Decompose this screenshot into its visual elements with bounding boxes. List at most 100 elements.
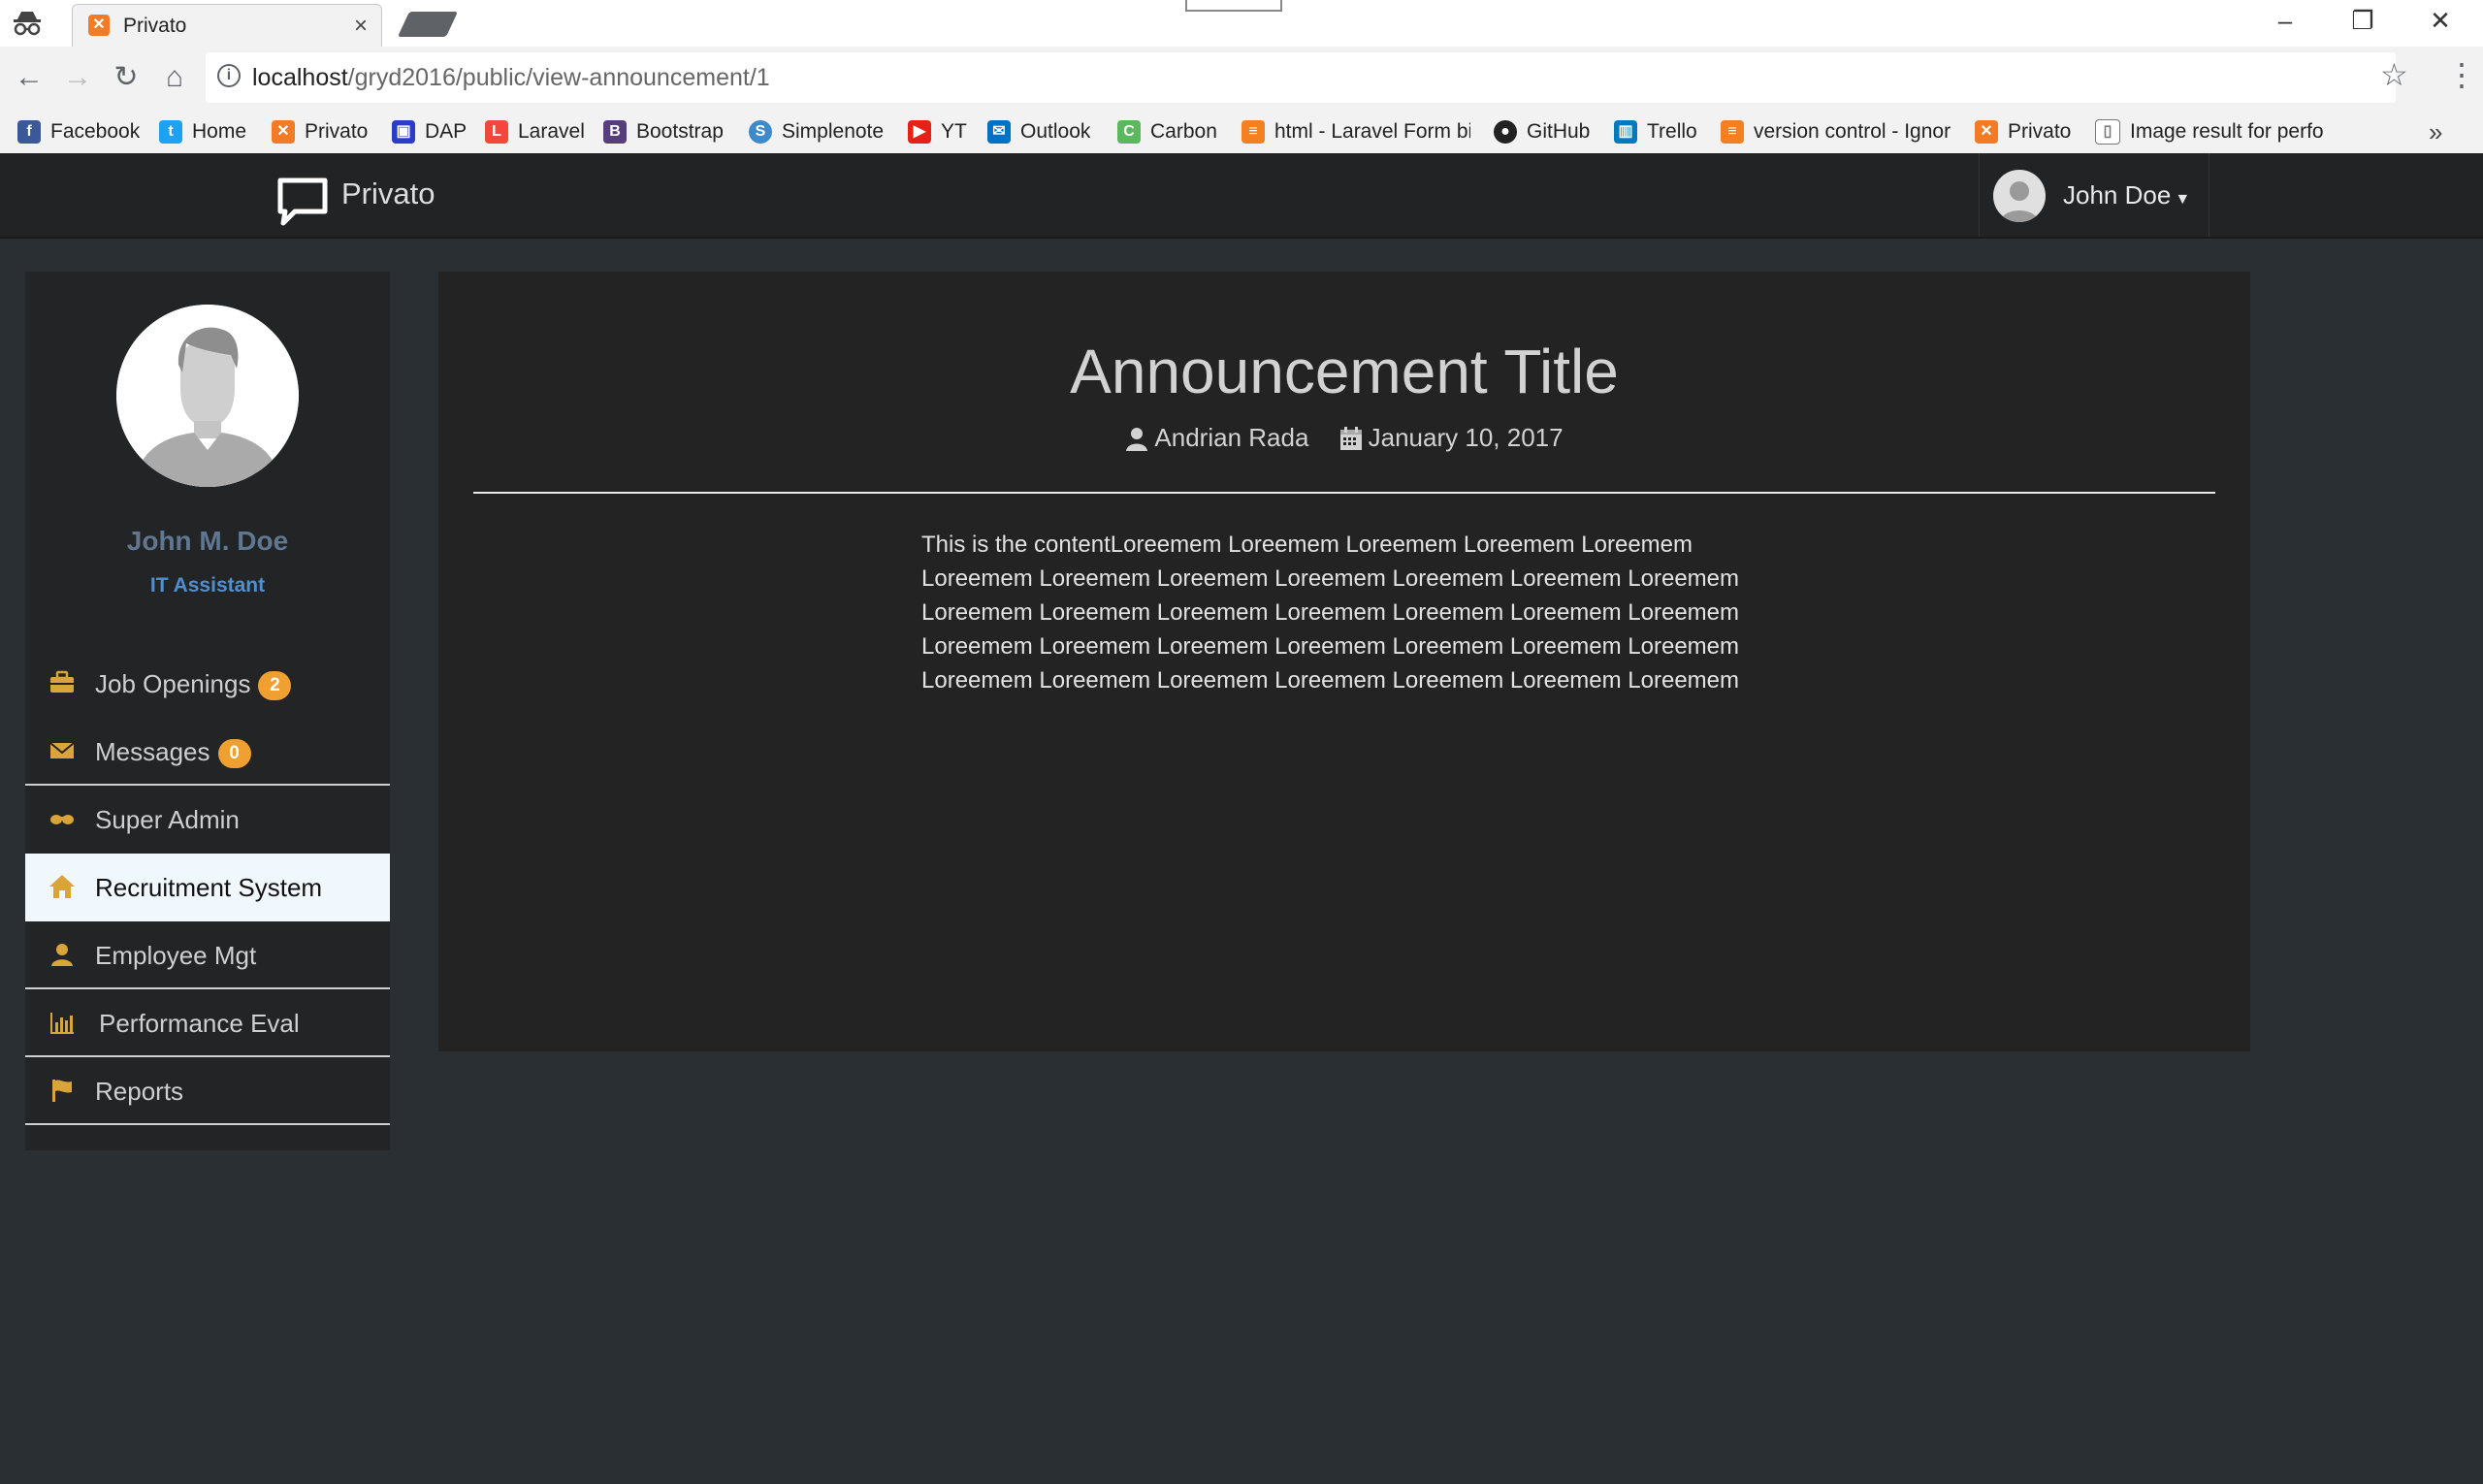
sidebar-item-label-text: Messages: [95, 737, 210, 766]
bookmark-label: Outlook: [1020, 120, 1091, 143]
bookmark-dap[interactable]: ▣ DAP: [392, 111, 467, 153]
sidebar-item-recruitment-system[interactable]: Recruitment System: [25, 854, 390, 921]
messages-count-badge: 0: [217, 739, 251, 769]
url-host: localhost: [252, 64, 348, 91]
dap-icon: ▣: [392, 120, 415, 144]
tab-title: Privato: [123, 15, 187, 37]
privato-favicon: ✕: [88, 15, 110, 36]
window-drag-handle[interactable]: [1185, 0, 1282, 12]
sunglasses-icon: [50, 815, 74, 824]
content-line: Loreemem Loreemem Loreemem Loreemem Lore…: [921, 565, 1740, 592]
bookmark-github[interactable]: ● GitHub: [1494, 111, 1590, 153]
window-close-icon[interactable]: ✕: [2411, 6, 2469, 36]
trello-icon: ▥: [1614, 120, 1637, 144]
new-tab-button[interactable]: [397, 12, 459, 37]
site-info-icon[interactable]: i: [217, 64, 241, 87]
title-divider: [473, 492, 2215, 494]
avatar-silhouette-icon: [2000, 181, 2039, 222]
announcement-date: January 10, 2017: [1339, 423, 1564, 453]
address-bar[interactable]: i localhost/gryd2016/public/view-announc…: [206, 52, 2396, 103]
bookmark-simplenote[interactable]: S Simplenote: [749, 111, 884, 153]
sidebar-item-reports[interactable]: Reports: [25, 1057, 390, 1125]
back-arrow-icon[interactable]: ←: [10, 58, 48, 97]
bookmark-privato[interactable]: ✕ Privato: [272, 111, 368, 153]
sidebar-item-job-openings[interactable]: Job Openings 2: [25, 650, 390, 718]
privato-icon: ✕: [1975, 120, 1998, 144]
bookmark-label: YT: [941, 120, 967, 143]
briefcase-icon: [50, 670, 74, 693]
app-navbar: Privato John Doe ▼: [0, 153, 2483, 239]
announcement-meta: Andrian Rada January 10, 2017: [438, 423, 2250, 458]
bookmark-yt[interactable]: ▶ YT: [908, 111, 967, 153]
sidebar-item-performance-eval[interactable]: Performance Eval: [25, 989, 390, 1057]
sidebar-item-employee-mgt[interactable]: Employee Mgt: [25, 921, 390, 989]
bookmark-label: Privato: [305, 120, 369, 143]
stackoverflow-icon: ≡: [1721, 120, 1744, 144]
announcement-panel: Announcement Title Andrian Rada January …: [438, 272, 2250, 1051]
minimize-icon[interactable]: –: [2256, 6, 2314, 36]
bookmark-carbon[interactable]: C Carbon: [1117, 111, 1217, 153]
date-text: January 10, 2017: [1368, 423, 1564, 452]
sidebar: John M. Doe IT Assistant Job Openings 2 M…: [25, 272, 390, 1150]
profile-silhouette-icon: [116, 305, 299, 487]
bookmark-laravel-form[interactable]: ≡ html - Laravel Form bi: [1242, 111, 1470, 153]
outlook-icon: ✉: [987, 120, 1011, 144]
restore-icon[interactable]: ❐: [2334, 6, 2392, 36]
bookmark-label: html - Laravel Form bi: [1274, 120, 1470, 143]
browser-menu-icon[interactable]: ⋮: [2446, 56, 2477, 93]
profile-name: John M. Doe: [126, 526, 289, 556]
bookmarks-bar: f Facebook t Home ✕ Privato ▣ DAP L Laravel B…: [0, 111, 2483, 154]
bookmark-privato-2[interactable]: ✕ Privato: [1975, 111, 2071, 153]
sidebar-item-super-admin[interactable]: Super Admin: [25, 786, 390, 854]
bookmark-label: Privato: [2008, 120, 2072, 143]
bookmark-bootstrap[interactable]: B Bootstrap: [603, 111, 724, 153]
bookmark-home[interactable]: t Home: [159, 111, 246, 153]
sidebar-item-label: Reports: [95, 1077, 184, 1106]
content-line: Loreemem Loreemem Loreemem Loreemem Lore…: [921, 633, 1740, 660]
bookmark-label: version control - Ignor: [1754, 120, 1951, 143]
sidebar-item-messages[interactable]: Messages 0: [25, 718, 390, 786]
bookmark-laravel[interactable]: L Laravel: [485, 111, 585, 153]
bootstrap-icon: B: [603, 120, 627, 144]
bookmarks-overflow-button[interactable]: »: [2429, 111, 2442, 153]
tab-close-icon[interactable]: ×: [354, 13, 368, 40]
content-line: Loreemem Loreemem Loreemem Loreemem Lore…: [921, 599, 1740, 626]
bookmark-version-control[interactable]: ≡ version control - Ignor: [1721, 111, 1953, 153]
document-icon: ▯: [2095, 119, 2120, 145]
announcement-content: This is the contentLoreemem Loreemem Lor…: [921, 528, 1775, 697]
home-page-icon[interactable]: ⌂: [155, 58, 194, 97]
github-icon: ●: [1494, 120, 1517, 144]
reload-icon[interactable]: ↻: [107, 58, 145, 97]
simplenote-icon: S: [749, 120, 772, 144]
privato-icon: ✕: [272, 120, 295, 144]
user-avatar: [1993, 170, 2046, 222]
bookmark-star-icon[interactable]: ☆: [2380, 56, 2408, 93]
sidebar-menu: Job Openings 2 Messages 0 Super Admin Recr…: [25, 650, 390, 1125]
bookmark-label: GitHub: [1527, 120, 1591, 143]
browser-tab-privato[interactable]: ✕ Privato ×: [72, 4, 382, 47]
sidebar-item-label: Recruitment System: [95, 873, 323, 902]
bookmark-facebook[interactable]: f Facebook: [17, 111, 140, 153]
sidebar-item-label: Performance Eval: [99, 1009, 300, 1038]
sidebar-item-label: Super Admin: [95, 805, 240, 834]
bookmark-image-result[interactable]: ▯ Image result for perfo: [2095, 111, 2324, 153]
speech-bubble-logo-icon[interactable]: [277, 177, 328, 227]
author-name: Andrian Rada: [1154, 423, 1309, 452]
bookmark-outlook[interactable]: ✉ Outlook: [987, 111, 1090, 153]
forward-arrow-icon[interactable]: →: [58, 58, 97, 97]
user-name: John Doe ▼: [2063, 180, 2190, 210]
user-menu-dropdown[interactable]: John Doe ▼: [1979, 153, 2209, 237]
facebook-icon: f: [17, 120, 41, 144]
flag-icon: [52, 1080, 72, 1102]
profile-avatar: [116, 305, 299, 487]
user-icon: [51, 944, 73, 966]
calendar-icon: [1339, 426, 1362, 450]
bookmark-trello[interactable]: ▥ Trello: [1614, 111, 1697, 153]
bookmark-label: DAP: [425, 120, 468, 143]
stackoverflow-icon: ≡: [1242, 120, 1265, 144]
sidebar-item-label: Employee Mgt: [95, 941, 257, 970]
brand-name[interactable]: Privato: [341, 177, 435, 211]
bookmark-label: Carbon: [1150, 120, 1217, 143]
stats-icon: [50, 1013, 74, 1034]
content-line: Loreemem Loreemem Loreemem Loreemem Lore…: [921, 667, 1740, 694]
